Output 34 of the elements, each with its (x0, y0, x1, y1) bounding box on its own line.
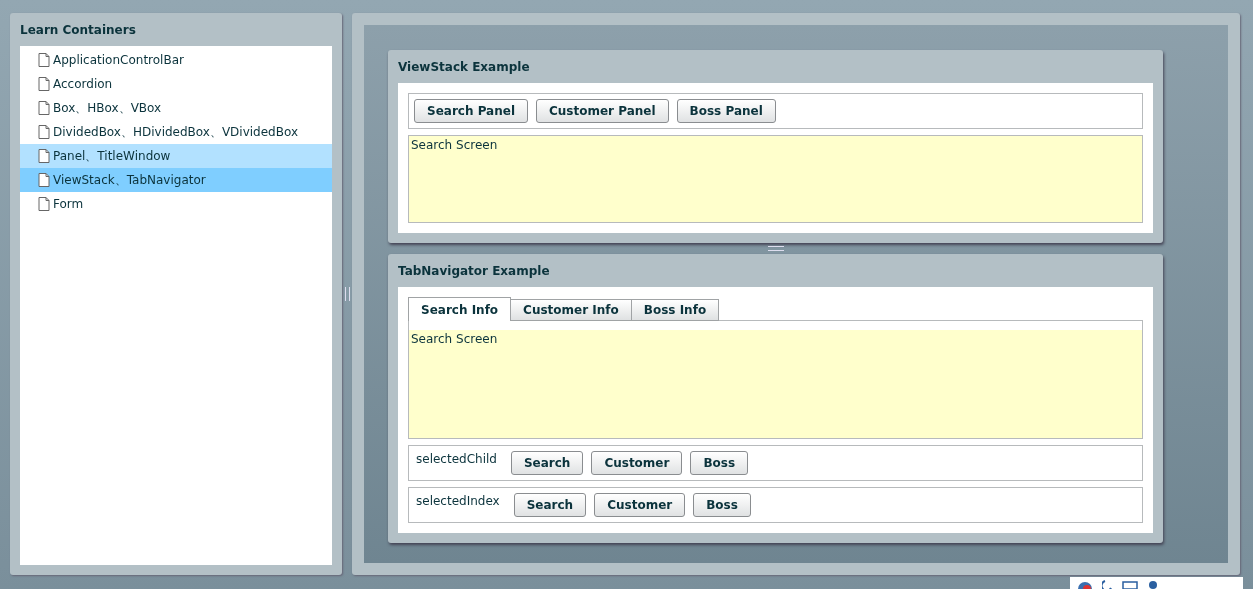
tab[interactable]: Search Info (408, 297, 512, 321)
file-icon (38, 197, 50, 211)
file-icon (38, 149, 50, 163)
select-button[interactable]: Boss (690, 451, 749, 475)
tab[interactable]: Customer Info (510, 299, 632, 321)
panel-button[interactable]: Customer Panel (536, 99, 669, 123)
tree-item[interactable]: Panel、TitleWindow (20, 144, 332, 168)
row-label: selectedIndex (416, 494, 500, 508)
tree-item[interactable]: ViewStack、TabNavigator (20, 168, 332, 192)
screen-text: Search Screen (408, 135, 1143, 223)
select-button[interactable]: Customer (591, 451, 683, 475)
panel-title: Learn Containers (20, 21, 137, 39)
file-icon (38, 173, 50, 187)
tree-item[interactable]: Form (20, 192, 332, 216)
tab[interactable]: Boss Info (630, 299, 720, 321)
file-icon (38, 77, 50, 91)
select-button[interactable]: Search (513, 493, 587, 517)
screen-text: Search Screen (409, 330, 1142, 438)
tree-item[interactable]: Box、HBox、VBox (20, 96, 332, 120)
file-icon (38, 125, 50, 139)
file-icon (38, 101, 50, 115)
keyboard-icon[interactable] (1122, 581, 1138, 589)
tree-item[interactable]: ApplicationControlBar (20, 48, 332, 72)
select-button[interactable]: Search (510, 451, 584, 475)
tree-item[interactable]: DividedBox、HDividedBox、VDividedBox (20, 120, 332, 144)
panel-title: ViewStack Example (398, 58, 531, 76)
panel-button[interactable]: Search Panel (414, 99, 528, 123)
panel-title: TabNavigator Example (398, 262, 551, 280)
select-button[interactable]: Customer (594, 493, 686, 517)
panel-button[interactable]: Boss Panel (676, 99, 776, 123)
row-label: selectedChild (416, 452, 497, 466)
file-icon (38, 53, 50, 67)
select-button[interactable]: Boss (693, 493, 751, 517)
tree-item[interactable]: Accordion (20, 72, 332, 96)
